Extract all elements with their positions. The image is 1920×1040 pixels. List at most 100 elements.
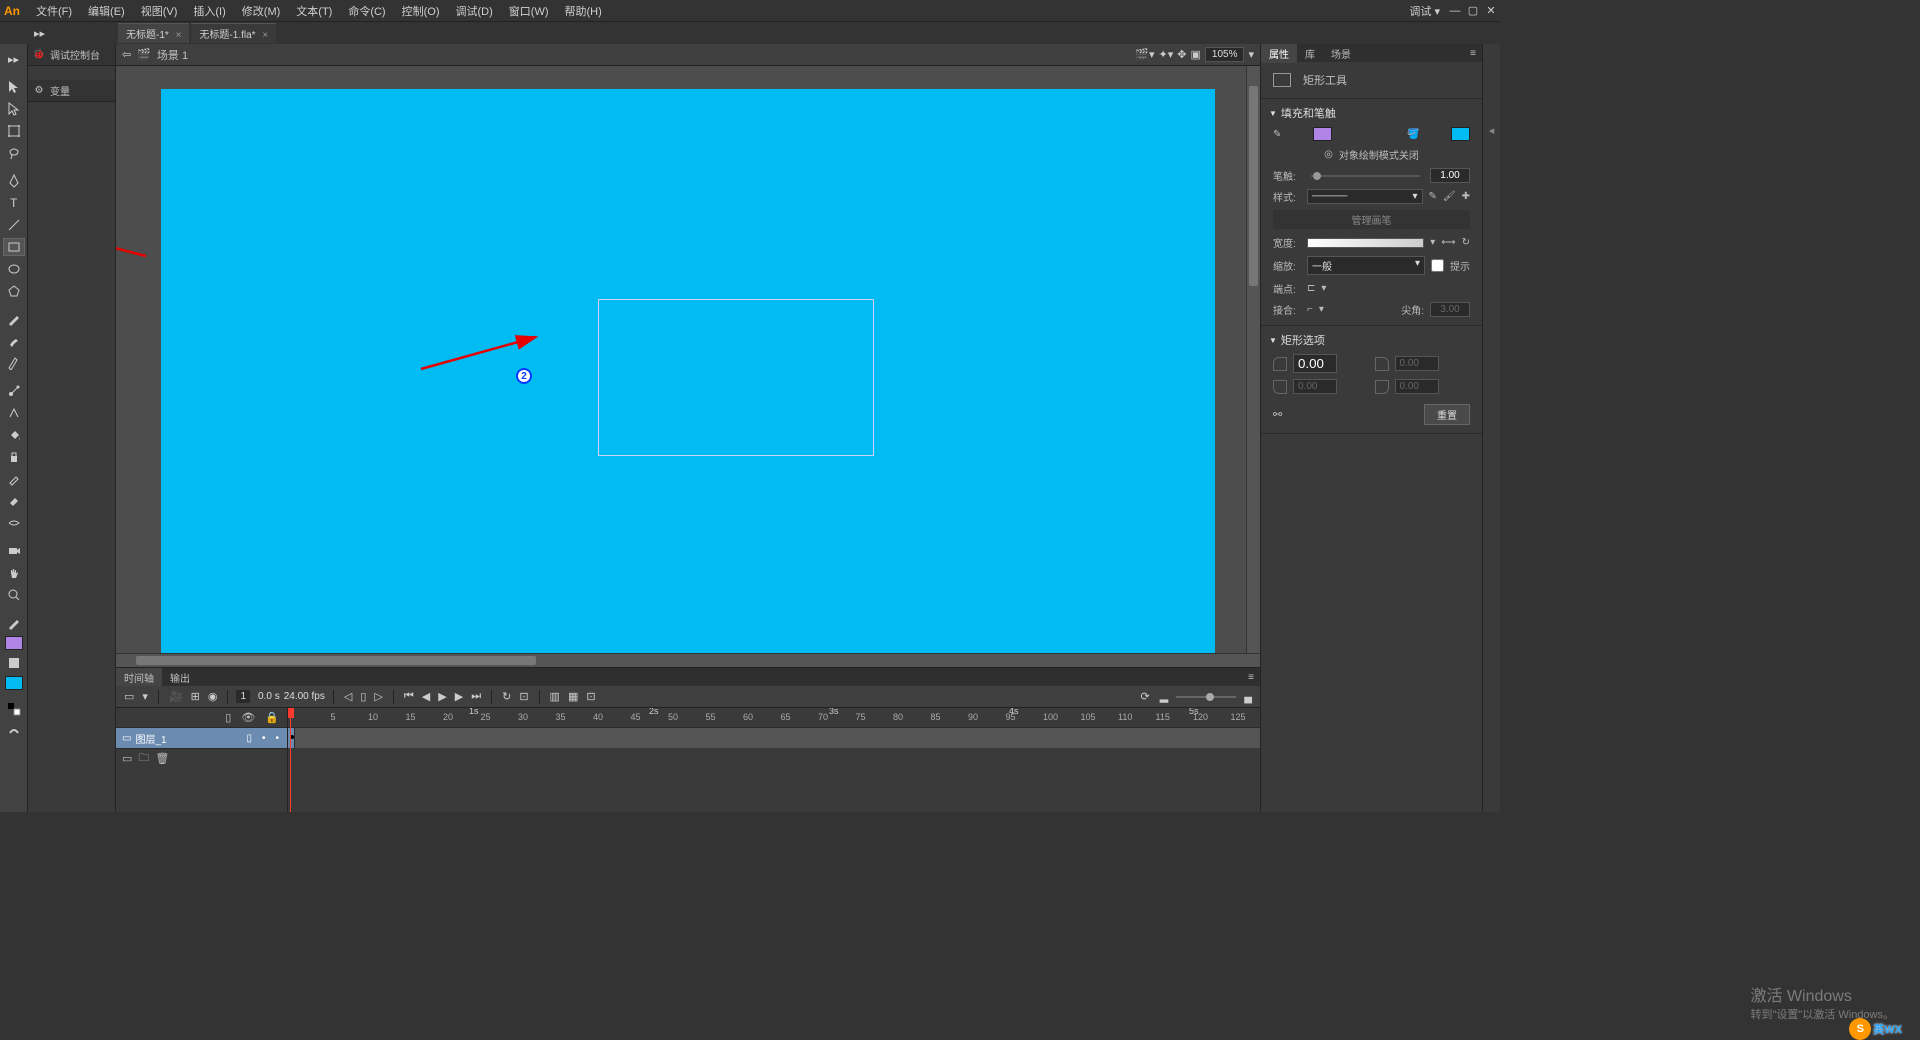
pen-tool-icon[interactable] xyxy=(3,172,25,190)
swap-colors-icon[interactable] xyxy=(3,700,25,718)
window-maximize-icon[interactable]: ▢ xyxy=(1464,4,1482,17)
zoom-dropdown-icon[interactable]: ▾ xyxy=(1248,48,1254,61)
variable-width-icon[interactable]: ⟷ xyxy=(1441,237,1455,248)
oval-tool-icon[interactable] xyxy=(3,260,25,278)
bone-tool-icon[interactable] xyxy=(3,382,25,400)
tab-library[interactable]: 库 xyxy=(1297,44,1323,63)
object-draw-mode-icon[interactable]: ◎ xyxy=(1324,149,1333,160)
lock-header-icon[interactable]: 🔒 xyxy=(265,711,279,724)
layer-name[interactable]: 图层_1 xyxy=(135,731,166,746)
hand-tool-icon[interactable] xyxy=(3,564,25,582)
tab-output[interactable]: 输出 xyxy=(162,668,198,687)
stage-canvas[interactable] xyxy=(161,89,1215,653)
step-forward-one-icon[interactable]: ▷ xyxy=(372,690,384,703)
stage-viewport[interactable]: 1 2 xyxy=(116,66,1246,653)
rectangle-tool-icon[interactable] xyxy=(3,238,25,256)
menu-control[interactable]: 控制(O) xyxy=(394,3,448,19)
timeline-zoom-slider[interactable] xyxy=(1176,696,1236,698)
timeline-fit-icon[interactable]: ⟳ xyxy=(1139,690,1152,703)
menu-file[interactable]: 文件(F) xyxy=(28,3,80,19)
panel-menu-icon[interactable]: ≡ xyxy=(1242,672,1260,683)
camera-layer-icon[interactable]: 🎥 xyxy=(167,690,185,703)
subselection-tool-icon[interactable] xyxy=(3,100,25,118)
hint-checkbox[interactable] xyxy=(1431,259,1444,272)
dock-expand-icon[interactable]: ◂ xyxy=(1489,124,1495,137)
play-icon[interactable]: ▶ xyxy=(436,690,448,703)
width-profile-select[interactable] xyxy=(1307,238,1424,248)
stroke-width-input[interactable] xyxy=(1430,168,1470,183)
stroke-color-swatch[interactable] xyxy=(5,636,23,650)
collapsed-dock[interactable]: ◂ xyxy=(1482,44,1500,812)
join-style-icon[interactable]: ⌐ xyxy=(1307,304,1313,315)
horizontal-scrollbar[interactable] xyxy=(116,653,1260,667)
step-forward-icon[interactable]: ▶ xyxy=(453,690,465,703)
panel-collapse-icon[interactable]: ▸▸ xyxy=(3,50,25,68)
scene-back-icon[interactable]: ⇦ xyxy=(122,48,131,61)
corner-tl-input[interactable] xyxy=(1293,354,1337,373)
document-tab[interactable]: 无标题-1* × xyxy=(118,23,189,43)
ink-bottle-tool-icon[interactable] xyxy=(3,448,25,466)
menu-insert[interactable]: 插入(I) xyxy=(185,3,233,19)
go-to-last-frame-icon[interactable]: ⏭ xyxy=(469,690,483,703)
layer-outline-icon[interactable]: ▯ xyxy=(246,733,252,744)
add-layer-icon[interactable]: ▭ xyxy=(122,690,136,703)
marker-icon[interactable]: ▦ xyxy=(566,690,580,703)
insert-keyframe-icon[interactable]: ▯ xyxy=(358,690,368,703)
link-corners-icon[interactable]: ⚯ xyxy=(1273,408,1282,421)
layer-lock-dot-icon[interactable]: • xyxy=(275,733,279,744)
edit-stroke-style-icon[interactable]: ✎ xyxy=(1429,191,1437,202)
fill-stroke-header[interactable]: ▼ 填充和笔触 xyxy=(1261,103,1482,123)
stroke-color[interactable] xyxy=(1313,127,1332,141)
loop-icon[interactable]: ↻ xyxy=(500,690,513,703)
variables-panel-header[interactable]: ⚙ 变量 xyxy=(28,80,115,102)
menu-window[interactable]: 窗口(W) xyxy=(501,3,557,19)
stroke-width-slider[interactable] xyxy=(1311,175,1420,177)
layer-row[interactable]: ▭ 图层_1 ▯ • • xyxy=(116,728,287,748)
panel-collapse-icon[interactable]: ▸▸ xyxy=(34,27,45,40)
window-close-icon[interactable]: ✕ xyxy=(1482,4,1500,17)
stroke-pencil-icon[interactable]: ✎ xyxy=(1273,129,1281,140)
menu-help[interactable]: 帮助(H) xyxy=(557,3,610,19)
width-tool-icon[interactable] xyxy=(3,514,25,532)
debug-console-panel-header[interactable]: 🐞 调试控制台 xyxy=(28,44,115,66)
center-frame-icon[interactable]: ⊡ xyxy=(584,690,597,703)
eyedropper-tool-icon[interactable] xyxy=(3,470,25,488)
timeline-zoom-out-icon[interactable]: ▂ xyxy=(1158,690,1170,703)
fill-color-indicator-icon[interactable] xyxy=(3,654,25,672)
paint-bucket-tool-icon[interactable] xyxy=(3,426,25,444)
fill-bucket-icon[interactable]: 🪣 xyxy=(1407,129,1419,140)
snap-to-object-icon[interactable] xyxy=(3,722,25,740)
cap-style-icon[interactable]: ⊏ xyxy=(1307,283,1315,294)
lasso-tool-icon[interactable] xyxy=(3,144,25,162)
zoom-tool-icon[interactable] xyxy=(3,586,25,604)
clip-content-icon[interactable]: ▣ xyxy=(1190,48,1200,61)
window-minimize-icon[interactable]: — xyxy=(1446,5,1464,17)
onion-skin-outlines-icon[interactable]: ⊡ xyxy=(517,690,530,703)
line-tool-icon[interactable] xyxy=(3,216,25,234)
tab-close-icon[interactable]: × xyxy=(262,30,268,41)
edit-scene-icon[interactable]: 🎬▾ xyxy=(1135,48,1154,61)
step-back-one-icon[interactable]: ◁ xyxy=(342,690,354,703)
document-tab[interactable]: 无标题-1.fla* × xyxy=(191,23,276,43)
fill-color-swatch[interactable] xyxy=(5,676,23,690)
frame-track[interactable] xyxy=(288,728,1260,748)
playhead[interactable] xyxy=(290,708,291,812)
menu-command[interactable]: 命令(C) xyxy=(340,3,393,19)
scale-select[interactable]: 一般▾ xyxy=(1307,256,1425,275)
camera-tool-icon[interactable] xyxy=(3,542,25,560)
stroke-style-select[interactable]: ─────▾ xyxy=(1307,189,1423,204)
menu-modify[interactable]: 修改(M) xyxy=(234,3,289,19)
timeline-ruler[interactable]: 5101520253035404550556065707580859095100… xyxy=(288,708,1260,728)
edit-multiple-frames-icon[interactable]: ▥ xyxy=(548,690,562,703)
timeline-zoom-in-icon[interactable]: ▄ xyxy=(1242,691,1254,703)
layer-depth-icon[interactable]: ⊞ xyxy=(189,690,202,703)
paint-brush-tool-icon[interactable] xyxy=(3,354,25,372)
free-transform-tool-icon[interactable] xyxy=(3,122,25,140)
add-folder-icon[interactable]: ▾ xyxy=(140,690,150,703)
center-stage-icon[interactable]: ✥ xyxy=(1177,48,1186,61)
reset-width-icon[interactable]: ↻ xyxy=(1462,237,1470,248)
brush-library-icon[interactable]: 🖌 xyxy=(1443,191,1456,202)
visibility-header-icon[interactable]: 👁 xyxy=(241,711,255,724)
fill-color[interactable] xyxy=(1451,127,1470,141)
menu-view[interactable]: 视图(V) xyxy=(133,3,186,19)
